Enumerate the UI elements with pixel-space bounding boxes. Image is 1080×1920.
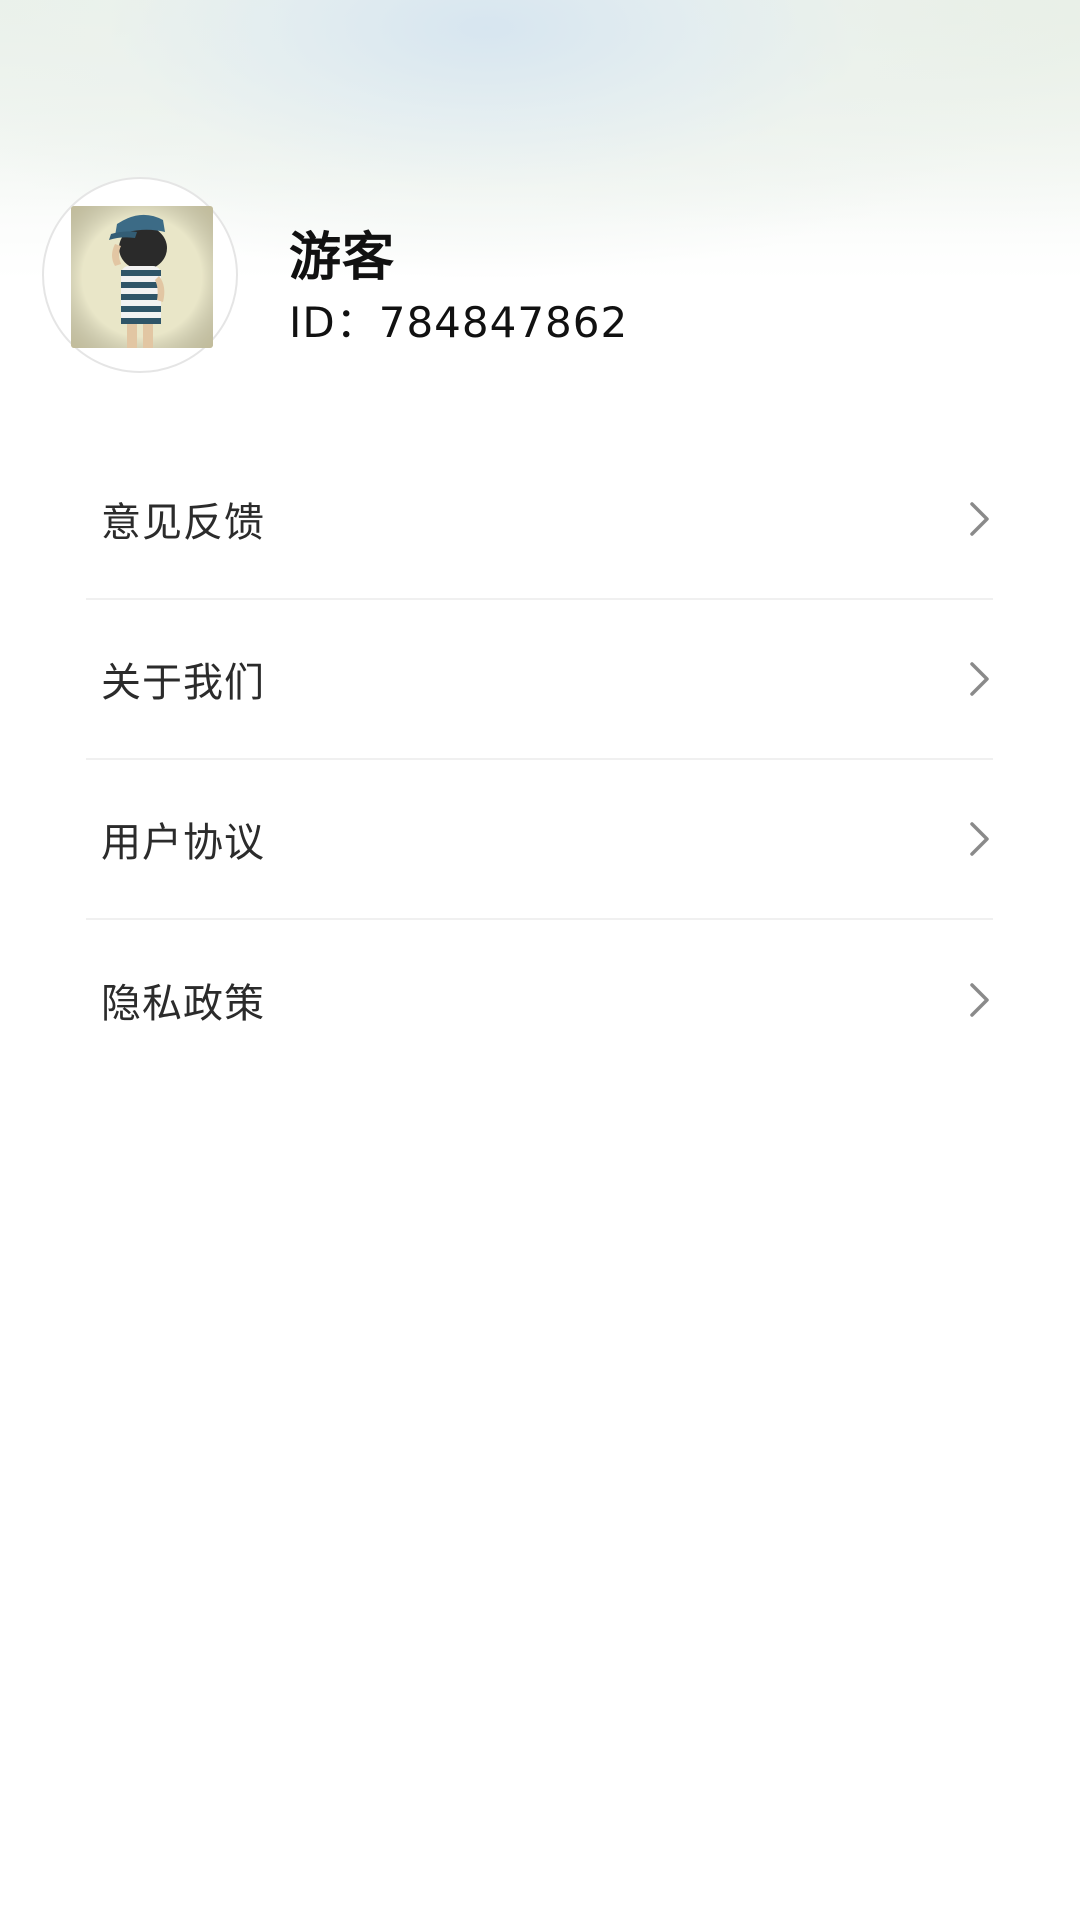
avatar-image [71, 206, 213, 348]
menu-item-label: 隐私政策 [101, 981, 265, 1027]
menu-item-user-agreement[interactable]: 用户协议 [86, 760, 993, 920]
menu-item-feedback[interactable]: 意见反馈 [86, 440, 993, 600]
settings-menu: 意见反馈 关于我们 用户协议 隐私政策 [86, 440, 993, 1080]
chevron-right-icon [970, 822, 989, 856]
chevron-right-icon [970, 502, 989, 536]
menu-item-about-us[interactable]: 关于我们 [86, 600, 993, 760]
user-name: 游客 [289, 228, 396, 288]
menu-item-label: 关于我们 [101, 660, 265, 706]
user-id: ID：784847862 [289, 298, 629, 347]
menu-item-label: 用户协议 [101, 820, 265, 866]
chevron-right-icon [970, 662, 989, 696]
avatar-photo-icon [71, 206, 213, 348]
menu-item-privacy-policy[interactable]: 隐私政策 [86, 920, 993, 1080]
avatar[interactable] [42, 177, 238, 373]
profile-header: 游客 ID：784847862 [42, 177, 1042, 377]
chevron-right-icon [970, 983, 989, 1017]
menu-item-label: 意见反馈 [101, 500, 265, 546]
